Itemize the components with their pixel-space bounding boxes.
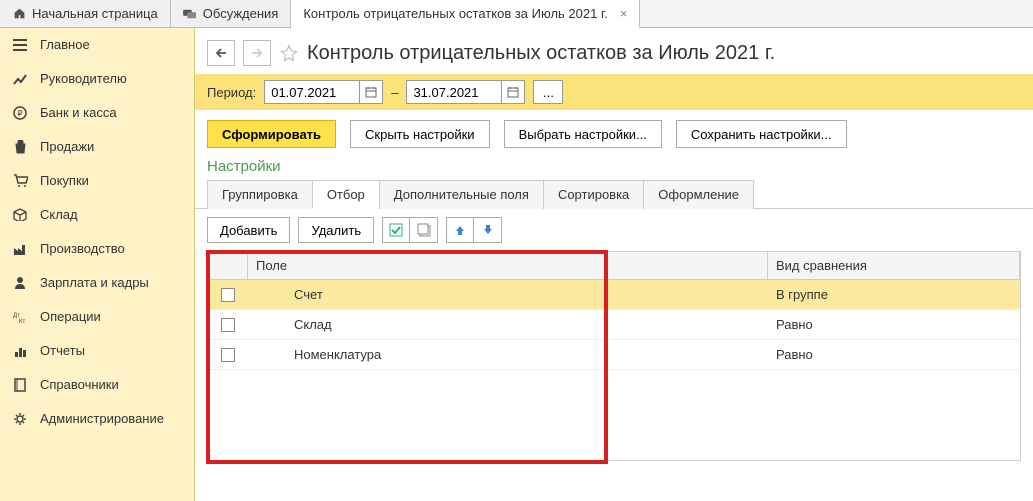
sidebar-item-hr[interactable]: Зарплата и кадры [0,266,194,300]
check-all-icon[interactable] [382,217,410,243]
factory-icon [12,241,28,257]
ruble-icon: ₽ [12,105,28,121]
move-down-icon[interactable] [474,217,502,243]
add-button[interactable]: Добавить [207,217,290,243]
discussions-icon [183,7,197,21]
chart-up-icon [12,71,28,87]
uncheck-all-icon[interactable] [410,217,438,243]
sidebar-item-label: Склад [40,207,78,222]
cart-icon [12,173,28,189]
choose-settings-button[interactable]: Выбрать настройки... [504,120,662,148]
subtab-style[interactable]: Оформление [643,180,754,209]
menu-icon [12,37,28,53]
period-label: Период: [207,85,256,100]
content-area: Контроль отрицательных остатков за Июль … [195,28,1033,501]
sidebar: Главное Руководителю ₽ Банк и касса Прод… [0,28,195,501]
filter-row[interactable]: Склад Равно [208,310,1020,340]
sidebar-item-manager[interactable]: Руководителю [0,62,194,96]
sidebar-item-label: Руководителю [40,71,127,86]
calendar-icon[interactable] [501,80,525,104]
filter-row[interactable]: Счет В группе [208,280,1020,310]
sidebar-item-catalogs[interactable]: Справочники [0,368,194,402]
home-icon [12,7,26,21]
row-field: Счет [248,280,768,309]
sidebar-item-label: Операции [40,309,101,324]
sidebar-item-label: Отчеты [40,343,85,358]
subtab-extra-fields[interactable]: Дополнительные поля [379,180,544,209]
sidebar-item-label: Справочники [40,377,119,392]
book-icon [12,377,28,393]
sidebar-item-label: Зарплата и кадры [40,275,149,290]
svg-text:₽: ₽ [17,109,22,118]
sidebar-item-label: Администрирование [40,411,164,426]
sidebar-item-purchases[interactable]: Покупки [0,164,194,198]
settings-subtabs: Группировка Отбор Дополнительные поля Со… [195,179,1033,209]
bag-icon [12,139,28,155]
gear-icon [12,411,28,427]
tab-discussions-label: Обсуждения [203,6,279,21]
subtab-grouping[interactable]: Группировка [207,180,313,209]
settings-title: Настройки [195,158,1033,179]
row-checkbox[interactable] [221,288,235,302]
filter-grid: Поле Вид сравнения Счет В группе Склад Р… [207,251,1021,461]
sidebar-item-admin[interactable]: Администрирование [0,402,194,436]
move-up-icon[interactable] [446,217,474,243]
grid-header-check [208,252,248,279]
period-bar: Период: – ... [195,74,1033,110]
period-from-input[interactable] [264,80,359,104]
calendar-icon[interactable] [359,80,383,104]
row-checkbox[interactable] [221,318,235,332]
sidebar-item-label: Главное [40,37,90,52]
hide-settings-button[interactable]: Скрыть настройки [350,120,490,148]
tab-home[interactable]: Начальная страница [0,0,171,27]
row-field: Номенклатура [248,340,768,369]
sidebar-item-label: Банк и касса [40,105,117,120]
sidebar-item-label: Производство [40,241,125,256]
nav-forward-button[interactable] [243,40,271,66]
grid-header-comparison[interactable]: Вид сравнения [768,252,1020,279]
delete-button[interactable]: Удалить [298,217,374,243]
form-button[interactable]: Сформировать [207,120,336,148]
tab-report-label: Контроль отрицательных остатков за Июль … [303,6,607,21]
row-comparison: Равно [768,340,1020,369]
page-title: Контроль отрицательных остатков за Июль … [307,42,775,65]
subtab-filter[interactable]: Отбор [312,180,380,209]
period-picker-button[interactable]: ... [533,80,563,104]
subtab-sorting[interactable]: Сортировка [543,180,644,209]
favorite-star-icon[interactable] [279,43,299,63]
close-icon[interactable]: × [620,6,628,21]
save-settings-button[interactable]: Сохранить настройки... [676,120,847,148]
sidebar-item-bank[interactable]: ₽ Банк и касса [0,96,194,130]
sidebar-item-label: Продажи [40,139,94,154]
sidebar-item-label: Покупки [40,173,89,188]
grid-header: Поле Вид сравнения [208,252,1020,280]
sidebar-item-reports[interactable]: Отчеты [0,334,194,368]
sidebar-item-warehouse[interactable]: Склад [0,198,194,232]
grid-header-field[interactable]: Поле [248,252,768,279]
person-icon [12,275,28,291]
period-dash: – [391,85,398,100]
svg-text:Кт: Кт [19,319,25,323]
sidebar-item-sales[interactable]: Продажи [0,130,194,164]
sidebar-item-main[interactable]: Главное [0,28,194,62]
row-comparison: В группе [768,280,1020,309]
row-comparison: Равно [768,310,1020,339]
nav-back-button[interactable] [207,40,235,66]
top-tabs: Начальная страница Обсуждения Контроль о… [0,0,1033,28]
sidebar-item-operations[interactable]: ДтКт Операции [0,300,194,334]
filter-row[interactable]: Номенклатура Равно [208,340,1020,370]
operations-icon: ДтКт [12,309,28,325]
period-to-input[interactable] [406,80,501,104]
tab-discussions[interactable]: Обсуждения [171,0,292,27]
barchart-icon [12,343,28,359]
tab-home-label: Начальная страница [32,6,158,21]
tab-report[interactable]: Контроль отрицательных остатков за Июль … [291,0,640,28]
sidebar-item-production[interactable]: Производство [0,232,194,266]
box-icon [12,207,28,223]
row-field: Склад [248,310,768,339]
row-checkbox[interactable] [221,348,235,362]
grid-toolbar: Добавить Удалить [195,209,1033,251]
